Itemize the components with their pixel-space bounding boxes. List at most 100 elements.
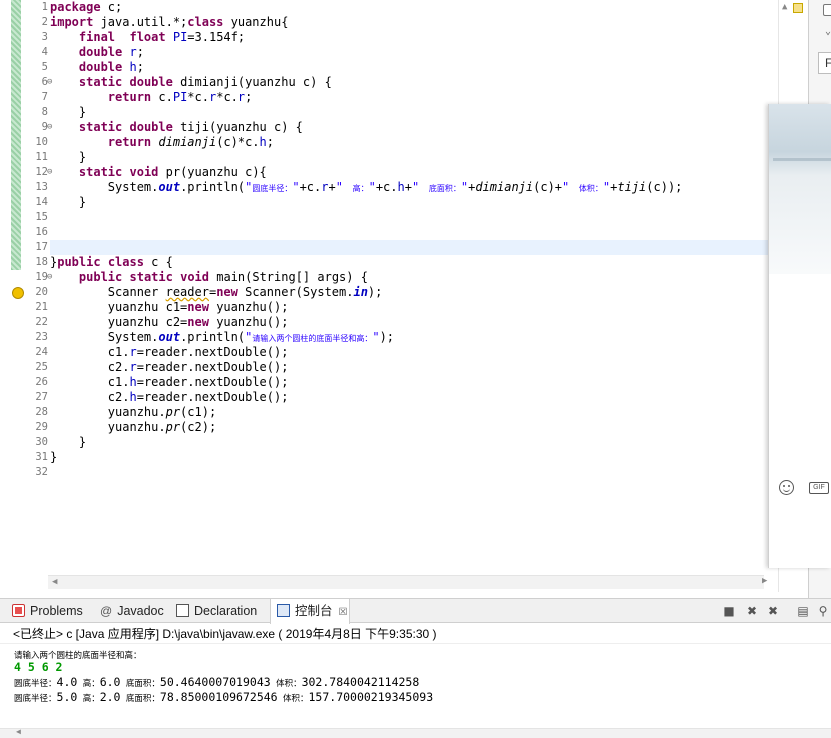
tab-javadoc[interactable]: @ Javadoc	[100, 599, 164, 623]
code-line: System.out.println("圆底半径："+c.r+" 高："+c.h…	[107, 180, 683, 194]
declaration-icon	[176, 604, 189, 617]
line-number: 18	[35, 256, 48, 268]
chat-popup: GIF	[768, 104, 831, 568]
chevron-down-icon[interactable]: ⌄	[825, 26, 831, 37]
line-number: 13	[35, 181, 48, 193]
tab-label: Javadoc	[117, 604, 164, 618]
line-number: 10	[35, 136, 48, 148]
line-number: 1	[41, 1, 48, 13]
line-number: 8	[41, 106, 48, 118]
pin-icon[interactable]: ⚲	[816, 604, 830, 618]
code-line: double h;	[78, 60, 144, 74]
line-number: 15	[35, 211, 48, 223]
code-line: }	[78, 150, 87, 164]
code-line: }	[50, 450, 58, 464]
console-status-line: <已终止> c [Java 应用程序] D:\java\bin\javaw.ex…	[0, 624, 831, 644]
line-number: 28	[35, 406, 48, 418]
scroll-left-arrow-icon[interactable]: ◀	[52, 577, 57, 587]
filter-field[interactable]: F	[818, 52, 831, 74]
line-number: 2	[41, 16, 48, 28]
line-number: 4	[41, 46, 48, 58]
line-number: 21	[35, 301, 48, 313]
code-line: c2.h=reader.nextDouble();	[107, 390, 289, 404]
code-line: yuanzhu.pr(c2);	[107, 420, 217, 434]
line-number: 22	[35, 316, 48, 328]
line-number: 23	[35, 331, 48, 343]
image-horizon-strip	[773, 158, 831, 161]
scroll-right-arrow-icon[interactable]: ▶	[762, 576, 767, 586]
line-number: 29	[35, 421, 48, 433]
tab-console[interactable]: 控制台 ☒	[270, 599, 350, 624]
line-number: 30	[35, 436, 48, 448]
line-number: 31	[35, 451, 48, 463]
line-number: 6	[41, 76, 48, 88]
line-number: 12	[35, 166, 48, 178]
line-number: 19	[35, 271, 48, 283]
console-input-line: 4 5 6 2	[14, 660, 63, 674]
code-line: return c.PI*c.r*c.r;	[107, 90, 253, 104]
code-line: import java.util.*;class yuanzhu{	[50, 15, 289, 29]
close-icon[interactable]: ☒	[339, 601, 348, 625]
line-number: 14	[35, 196, 48, 208]
editor-horizontal-scrollbar[interactable]: ◀	[48, 575, 764, 589]
code-line: c1.h=reader.nextDouble();	[107, 375, 289, 389]
line-number: 9	[41, 121, 48, 133]
code-line: }public class c {	[50, 255, 173, 269]
tab-label: 控制台	[295, 604, 333, 618]
line-number: 16	[35, 226, 48, 238]
remove-all-icon[interactable]: ✖	[766, 604, 780, 618]
code-line: package c;	[50, 0, 123, 14]
console-output[interactable]: 请输入两个圆柱的底面半径和高： 4 5 6 2 圆底半径：4.0 高：6.0 底…	[0, 645, 831, 728]
tab-label: Problems	[30, 604, 83, 618]
line-number: 24	[35, 346, 48, 358]
line-number: 26	[35, 376, 48, 388]
tab-problems[interactable]: Problems	[12, 599, 83, 623]
overview-ruler-marker[interactable]	[793, 3, 803, 13]
code-line: double r;	[78, 45, 144, 59]
line-number: 20	[35, 286, 48, 298]
line-number: 27	[35, 391, 48, 403]
code-line: static void pr(yuanzhu c){	[78, 165, 267, 179]
problems-icon	[12, 604, 25, 617]
tab-declaration[interactable]: Declaration	[176, 599, 257, 623]
line-number: 25	[35, 361, 48, 373]
bottom-view-tabbar: Problems @ Javadoc Declaration 控制台 ☒ ■ ✖ ✖…	[0, 598, 831, 624]
code-line: public static void main(String[] args) {	[78, 270, 368, 284]
line-number: 3	[41, 31, 48, 43]
warning-icon[interactable]	[12, 287, 24, 299]
scroll-left-arrow-icon[interactable]: ◀	[16, 727, 21, 736]
console-icon	[277, 604, 290, 617]
line-number: 11	[35, 151, 48, 163]
code-line: yuanzhu c1=new yuanzhu();	[107, 300, 289, 314]
code-line: c2.r=reader.nextDouble();	[107, 360, 289, 374]
scroll-up-arrow-icon[interactable]: ▲	[782, 2, 787, 12]
code-line: static double dimianji(yuanzhu c) {	[78, 75, 332, 89]
code-line: final float PI=3.154f;	[78, 30, 246, 44]
code-line: }	[78, 105, 87, 119]
line-number: 32	[35, 466, 48, 478]
line-number: 7	[41, 91, 48, 103]
code-editor[interactable]: 1 2 3 4 5 6 7 8 9 10 11 12 13 14 15 16 17 18 19 20 21 22 23 24 2…	[0, 0, 778, 592]
line-number: 17	[35, 241, 48, 253]
code-line: }	[78, 435, 87, 449]
code-line: yuanzhu.pr(c1);	[107, 405, 217, 419]
code-line: c1.r=reader.nextDouble();	[107, 345, 289, 359]
code-line: }	[78, 195, 87, 209]
console-line: 圆底半径：5.0 高：2.0 底面积：78.85000109672546 体积：…	[14, 690, 434, 704]
terminate-icon[interactable]: ■	[722, 604, 736, 618]
code-line: return dimianji(c)*c.h;	[107, 135, 275, 149]
javadoc-icon: @	[100, 604, 113, 618]
tab-label: Declaration	[194, 604, 258, 618]
emoji-icon[interactable]	[779, 480, 794, 495]
popup-background-image	[769, 104, 831, 274]
panel-view-icon[interactable]	[823, 4, 831, 16]
console-horizontal-scrollbar[interactable]: ◀	[0, 727, 831, 738]
remove-launch-icon[interactable]: ✖	[745, 604, 759, 618]
gif-icon[interactable]: GIF	[809, 482, 829, 494]
current-line-highlight	[50, 240, 778, 255]
scroll-lock-icon[interactable]: ▤	[796, 604, 810, 618]
code-line: yuanzhu c2=new yuanzhu();	[107, 315, 289, 329]
code-line: System.out.println("请输入两个圆柱的底面半径和高：");	[107, 330, 395, 344]
code-line: Scanner reader=new Scanner(System.in);	[107, 285, 383, 299]
code-line: static double tiji(yuanzhu c) {	[78, 120, 303, 134]
